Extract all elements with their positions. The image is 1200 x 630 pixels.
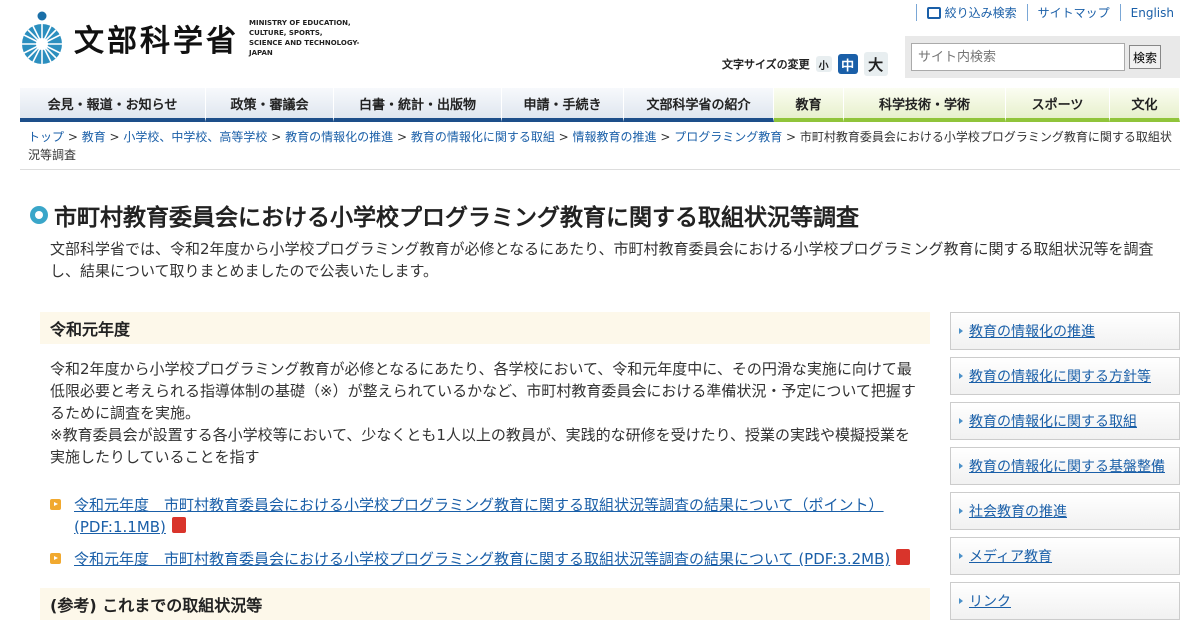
side-nav-link[interactable]: リンク (969, 591, 1011, 611)
font-size-label: 文字サイズの変更 (722, 58, 810, 71)
side-nav-item[interactable]: 教育の情報化に関する取組 (950, 402, 1180, 440)
side-nav-link[interactable]: 教育の情報化に関する方針等 (969, 366, 1151, 386)
logo-en-line: MINISTRY OF EDUCATION, (249, 19, 351, 27)
font-size-medium-button[interactable]: 中 (837, 54, 858, 74)
list-item: 令和元年度 市町村教育委員会における小学校プログラミング教育に関する取組状況等調… (40, 548, 930, 570)
side-nav-item[interactable]: 社会教育の推進 (950, 492, 1180, 530)
side-nav-item[interactable]: リンク (950, 582, 1180, 620)
section-heading: 令和元年度 (40, 312, 930, 344)
side-nav-item[interactable]: メディア教育 (950, 537, 1180, 575)
font-size-large-button[interactable]: 大 (863, 52, 888, 76)
side-nav-item[interactable]: 教育の情報化に関する方針等 (950, 357, 1180, 395)
breadcrumb-link[interactable]: 小学校、中学校、高等学校 (123, 130, 267, 144)
filter-search-icon (926, 6, 941, 19)
document-links: 令和元年度 市町村教育委員会における小学校プログラミング教育に関する取組状況等調… (40, 494, 930, 570)
list-item: 令和元年度 市町村教育委員会における小学校プログラミング教育に関する取組状況等調… (40, 494, 930, 538)
pdf-icon (896, 549, 911, 565)
section-body: 令和2年度から小学校プログラミング教育が必修となるにあたり、各学校において、令和… (40, 344, 930, 468)
title-bullet-icon (30, 206, 48, 224)
english-link[interactable]: English (1119, 4, 1184, 21)
main-content: 令和元年度 令和2年度から小学校プログラミング教育が必修となるにあたり、各学校に… (40, 312, 930, 620)
nav-policy[interactable]: 政策・審議会 (206, 88, 334, 122)
logo-en-line: CULTURE, SPORTS, (249, 29, 323, 37)
top-links: 絞り込み検索 サイトマップ English (915, 4, 1184, 21)
arrow-right-icon (959, 463, 963, 469)
filter-search-link[interactable]: 絞り込み検索 (915, 4, 1027, 21)
side-nav-item[interactable]: 教育の情報化の推進 (950, 312, 1180, 350)
site-logo[interactable]: 文部科学省 MINISTRY OF EDUCATION, CULTURE, SP… (20, 10, 379, 66)
breadcrumb-link[interactable]: トップ (28, 130, 64, 144)
section-note: ※教育委員会が設置する各小学校等において、少なくとも1人以上の教員が、実践的な研… (50, 426, 911, 466)
logo-text-en: MINISTRY OF EDUCATION, CULTURE, SPORTS, … (249, 18, 379, 58)
nav-press[interactable]: 会見・報道・お知らせ (20, 88, 206, 122)
side-nav-link[interactable]: 教育の情報化に関する基盤整備 (969, 456, 1165, 476)
nav-education[interactable]: 教育 (774, 88, 844, 122)
font-size-switcher: 文字サイズの変更 小 中 大 (722, 52, 888, 76)
side-nav-link[interactable]: 教育の情報化の推進 (969, 321, 1095, 341)
arrow-right-icon (959, 598, 963, 604)
nav-science[interactable]: 科学技術・学術 (844, 88, 1006, 122)
nav-about[interactable]: 文部科学省の紹介 (624, 88, 774, 122)
breadcrumb-link[interactable]: 教育の情報化の推進 (285, 130, 393, 144)
sitemap-link[interactable]: サイトマップ (1026, 4, 1120, 21)
side-nav-link[interactable]: メディア教育 (969, 546, 1052, 566)
pdf-link-results[interactable]: 令和元年度 市町村教育委員会における小学校プログラミング教育に関する取組状況等調… (74, 550, 890, 568)
pdf-icon (171, 517, 186, 533)
section-paragraph: 令和2年度から小学校プログラミング教育が必修となるにあたり、各学校において、令和… (50, 360, 916, 422)
bullet-arrow-icon (50, 499, 61, 510)
site-search: 検索 (905, 36, 1180, 78)
site-search-input[interactable] (911, 43, 1125, 71)
nav-culture[interactable]: 文化 (1110, 88, 1180, 122)
font-size-small-button[interactable]: 小 (815, 56, 832, 72)
breadcrumb: トップ > 教育 > 小学校、中学校、高等学校 > 教育の情報化の推進 > 教育… (28, 130, 1172, 162)
filter-search-label: 絞り込み検索 (944, 6, 1017, 20)
global-nav: 会見・報道・お知らせ 政策・審議会 白書・統計・出版物 申請・手続き 文部科学省… (20, 88, 1180, 122)
arrow-right-icon (959, 328, 963, 334)
nav-whitepaper[interactable]: 白書・統計・出版物 (334, 88, 502, 122)
page-title-block: 市町村教育委員会における小学校プログラミング教育に関する取組状況等調査 (30, 198, 859, 232)
breadcrumb-link[interactable]: 情報教育の推進 (573, 130, 657, 144)
breadcrumb-link[interactable]: プログラミング教育 (674, 130, 782, 144)
arrow-right-icon (959, 508, 963, 514)
nav-applications[interactable]: 申請・手続き (502, 88, 624, 122)
bullet-arrow-icon (50, 553, 61, 564)
arrow-right-icon (959, 418, 963, 424)
nav-sports[interactable]: スポーツ (1006, 88, 1110, 122)
logo-text-jp: 文部科学省 (74, 24, 239, 59)
breadcrumb-link[interactable]: 教育 (82, 130, 106, 144)
side-nav: 教育の情報化の推進 教育の情報化に関する方針等 教育の情報化に関する取組 教育の… (950, 312, 1180, 627)
site-search-button[interactable]: 検索 (1129, 45, 1161, 69)
side-nav-link[interactable]: 社会教育の推進 (969, 501, 1067, 521)
logo-en-line: SCIENCE AND TECHNOLOGY-JAPAN (249, 39, 360, 57)
pdf-link-points[interactable]: 令和元年度 市町村教育委員会における小学校プログラミング教育に関する取組状況等調… (74, 496, 884, 536)
side-nav-link[interactable]: 教育の情報化に関する取組 (969, 411, 1137, 431)
page-lead: 文部科学省では、令和2年度から小学校プログラミング教育が必修となるにあたり、市町… (50, 240, 1154, 280)
breadcrumb-link[interactable]: 教育の情報化に関する取組 (411, 130, 555, 144)
mext-logo-icon (22, 11, 62, 64)
section-heading: (参考) これまでの取組状況等 (40, 588, 930, 620)
arrow-right-icon (959, 553, 963, 559)
page-title: 市町村教育委員会における小学校プログラミング教育に関する取組状況等調査 (54, 205, 859, 231)
side-nav-item[interactable]: 教育の情報化に関する基盤整備 (950, 447, 1180, 485)
divider (20, 169, 1180, 170)
arrow-right-icon (959, 373, 963, 379)
